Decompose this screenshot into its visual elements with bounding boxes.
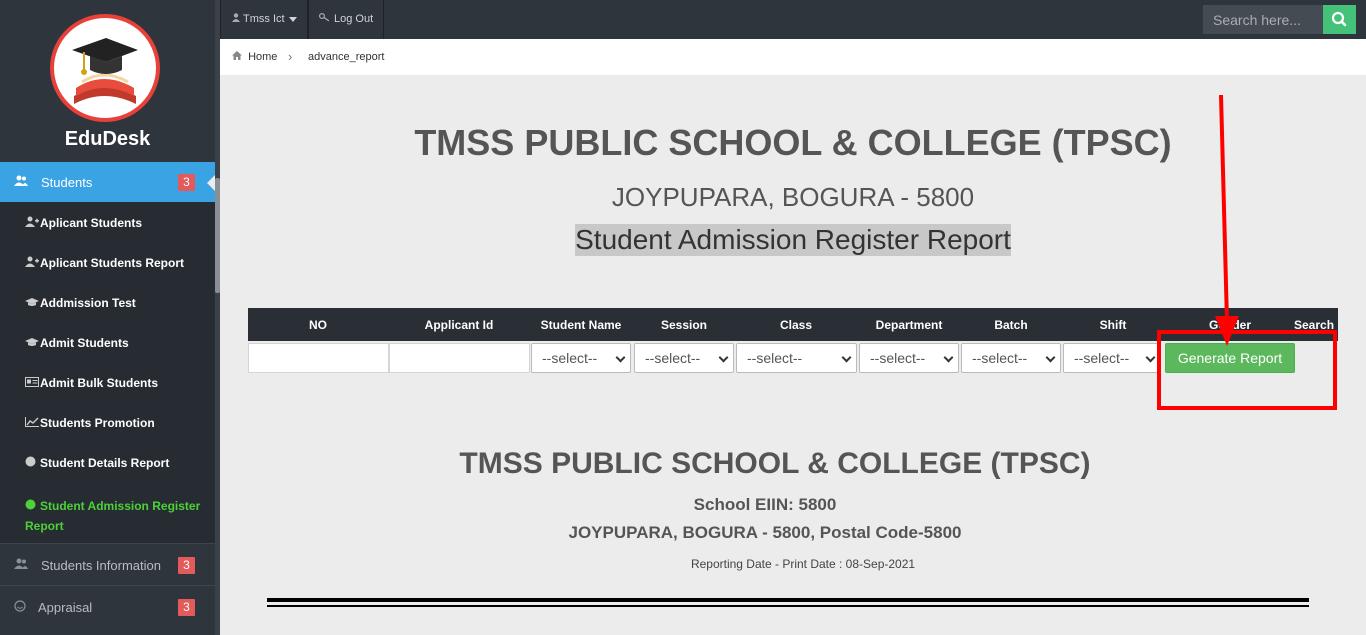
graduation-cap-icon (25, 296, 40, 310)
search-icon (1331, 11, 1347, 27)
submenu-label: Students Promotion (40, 416, 155, 430)
top-navbar: Tmss Ict Log Out (220, 0, 1366, 39)
submenu-label: Aplicant Students Report (40, 256, 185, 270)
no-input[interactable] (248, 343, 389, 373)
sidebar-item-label: Appraisal (38, 600, 93, 615)
school-title: TMSS PUBLIC SCHOOL & COLLEGE (TPSC) (414, 122, 1172, 163)
column-header-shift: Shift (1099, 318, 1127, 332)
breadcrumb-home-label: Home (248, 51, 278, 63)
select-value: --select-- (645, 350, 701, 366)
column-header-batch: Batch (994, 318, 1028, 332)
home-icon (232, 51, 242, 60)
chevron-right-icon: › (288, 49, 293, 64)
breadcrumb-home-link[interactable]: Home (232, 51, 277, 63)
shift-select[interactable]: --select-- (1063, 343, 1161, 373)
sidebar-item-students-information[interactable]: Students Information 3 (0, 543, 215, 585)
submenu-admit-students[interactable]: Admit Students (25, 336, 129, 350)
active-caret (207, 175, 215, 191)
students-submenu: Aplicant Students Aplicant Students Repo… (0, 202, 215, 543)
chevron-down-icon (943, 352, 954, 363)
submenu-label: Admit Students (40, 336, 129, 350)
select-value: --select-- (747, 350, 803, 366)
report-address: JOYPUPARA, BOGURA - 5800, Postal Code-58… (568, 523, 962, 542)
select-value: --select-- (542, 350, 598, 366)
sidebar-item-appraisal[interactable]: Appraisal 3 (0, 585, 215, 627)
user-icon (232, 0, 240, 39)
caret-down-icon (289, 17, 297, 22)
logout-label: Log Out (334, 13, 374, 25)
submenu-label: Admit Bulk Students (40, 376, 159, 390)
column-header-no: NO (309, 318, 327, 332)
report-school-title: TMSS PUBLIC SCHOOL & COLLEGE (TPSC) (459, 447, 1091, 480)
submenu-label: Addmission Test (40, 296, 136, 310)
users-icon (14, 558, 28, 573)
select-value: --select-- (972, 350, 1028, 366)
session-select[interactable]: --select-- (634, 343, 734, 373)
school-logo[interactable] (50, 14, 160, 122)
submenu-aplicant-students-report[interactable]: Aplicant Students Report (25, 256, 184, 270)
submenu-student-admission-register-report[interactable]: Student Admission Register Report (25, 496, 210, 536)
report-divider (267, 598, 1309, 602)
batch-select[interactable]: --select-- (961, 343, 1061, 373)
submenu-student-details-report[interactable]: Student Details Report (25, 456, 169, 470)
chevron-down-icon (1145, 352, 1156, 363)
submenu-label: Student Details Report (40, 456, 170, 470)
app-name: EduDesk (64, 128, 151, 150)
key-icon (318, 0, 330, 39)
chevron-down-icon (615, 352, 626, 363)
submenu-label: Aplicant Students (40, 216, 143, 230)
graduation-cap-icon (25, 336, 40, 350)
submenu-aplicant-students[interactable]: Aplicant Students (25, 216, 142, 230)
user-name: Tmss Ict (243, 13, 285, 25)
breadcrumb: Home › advance_report (220, 39, 1366, 75)
user-plus-icon (25, 216, 40, 230)
count-badge: 3 (178, 599, 195, 616)
column-header-class: Class (779, 318, 813, 332)
search-button[interactable] (1323, 5, 1356, 34)
report-eiin: School EIIN: 5800 (693, 495, 837, 514)
class-select[interactable]: --select-- (736, 343, 857, 373)
report-date-line: Reporting Date - Print Date : 08-Sep-202… (690, 557, 916, 571)
department-select[interactable]: --select-- (859, 343, 959, 373)
sidebar-item-label: Students (41, 175, 93, 190)
submenu-label: Student Admission Register (40, 499, 201, 513)
submenu-addmission-test[interactable]: Addmission Test (25, 296, 136, 310)
user-plus-icon (25, 256, 40, 270)
chevron-down-icon (1045, 352, 1056, 363)
applicant-id-input[interactable] (389, 343, 530, 373)
sidebar-item-students[interactable]: Students 3 (0, 162, 215, 202)
school-address: JOYPUPARA, BOGURA - 5800 (611, 182, 975, 212)
column-header-student-name: Student Name (540, 318, 622, 332)
annotation-highlight-box (1157, 330, 1337, 410)
column-header-department: Department (875, 318, 943, 332)
search-input[interactable] (1203, 5, 1323, 34)
circle-icon (25, 456, 40, 470)
circle-icon (25, 496, 40, 516)
count-badge: 3 (178, 557, 195, 574)
report-divider-thin (267, 605, 1309, 607)
submenu-label-line2: Report (25, 519, 64, 533)
logout-button[interactable]: Log Out (308, 0, 384, 39)
sidebar-item-label: Students Information (41, 558, 161, 573)
student-name-select[interactable]: --select-- (531, 343, 631, 373)
annotation-arrow-icon (1215, 94, 1239, 346)
logo-graduation-book-icon (72, 38, 138, 104)
chevron-down-icon (718, 352, 729, 363)
select-value: --select-- (1074, 350, 1130, 366)
select-value: --select-- (870, 350, 926, 366)
report-title: Student Admission Register Report (575, 224, 1011, 256)
chevron-down-icon (841, 352, 852, 363)
user-menu-button[interactable]: Tmss Ict (220, 0, 308, 39)
column-header-session: Session (660, 318, 708, 332)
submenu-admit-bulk-students[interactable]: Admit Bulk Students (25, 376, 158, 390)
submenu-students-promotion[interactable]: Students Promotion (25, 416, 155, 430)
id-card-icon (25, 376, 40, 390)
smile-icon (14, 600, 26, 615)
users-icon (14, 175, 28, 190)
count-badge: 3 (178, 174, 195, 191)
chart-line-icon (25, 416, 40, 430)
column-header-applicant-id: Applicant Id (424, 318, 494, 332)
breadcrumb-current: advance_report (308, 51, 385, 63)
